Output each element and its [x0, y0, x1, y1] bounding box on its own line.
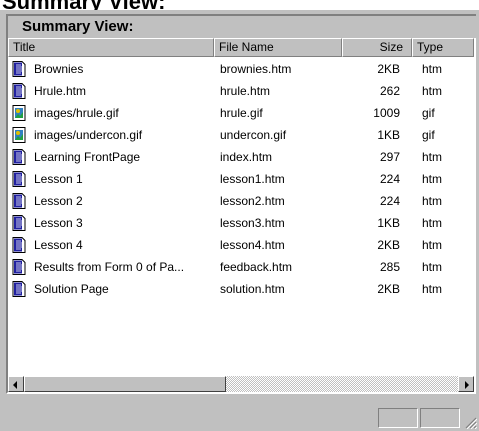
list-item-size: 224	[379, 172, 400, 186]
image-file-icon	[12, 127, 26, 143]
html-page-icon	[12, 83, 26, 99]
list-item[interactable]: Lesson 1 lesson1.htm 224 htm	[8, 169, 474, 189]
list-item-type: gif	[422, 106, 435, 120]
list-item-title: Learning FrontPage	[34, 150, 141, 164]
column-header-size[interactable]: Size	[342, 38, 412, 57]
html-page-icon	[12, 61, 26, 77]
list-item[interactable]: Solution Page solution.htm 2KB htm	[8, 279, 474, 299]
list-item-type: htm	[422, 238, 443, 252]
list-item-file-name: feedback.htm	[220, 260, 293, 274]
list-item-type: htm	[422, 150, 443, 164]
list-item-type: htm	[422, 216, 443, 230]
status-panel-2	[420, 408, 460, 428]
list-item-size: 224	[379, 194, 400, 208]
list-item-title: images/undercon.gif	[34, 128, 143, 142]
list-item[interactable]: Lesson 4 lesson4.htm 2KB htm	[8, 235, 474, 255]
scroll-left-button[interactable]	[8, 376, 24, 392]
resize-grip-icon[interactable]	[465, 417, 477, 429]
list-item[interactable]: Brownies brownies.htm 2KB htm	[8, 59, 474, 79]
scroll-right-button[interactable]	[458, 376, 474, 392]
summary-view-window: Summary View: Summary View: Title File N…	[0, 0, 479, 431]
list-item[interactable]: Lesson 3 lesson3.htm 1KB htm	[8, 213, 474, 233]
list-item-title: Lesson 4	[34, 238, 83, 252]
list-item-title: Solution Page	[34, 282, 109, 296]
list-item[interactable]: Hrule.htm hrule.htm 262 htm	[8, 81, 474, 101]
horizontal-scrollbar[interactable]	[8, 376, 474, 392]
html-page-icon	[12, 259, 26, 275]
html-page-icon	[12, 281, 26, 297]
list-item-file-name: brownies.htm	[220, 62, 292, 76]
image-file-icon	[12, 105, 26, 121]
list-item-file-name: hrule.gif	[220, 106, 263, 120]
list-item-title: images/hrule.gif	[34, 106, 119, 120]
panel-title: Summary View:	[6, 14, 476, 38]
html-page-icon	[12, 149, 26, 165]
list-item-title: Lesson 1	[34, 172, 83, 186]
list-item-file-name: undercon.gif	[220, 128, 287, 142]
list-item-type: htm	[422, 260, 443, 274]
list-item-file-name: hrule.htm	[220, 84, 271, 98]
list-item-file-name: lesson4.htm	[220, 238, 285, 252]
html-page-icon	[12, 215, 26, 231]
list-item[interactable]: Results from Form 0 of Pa... feedback.htm…	[8, 257, 474, 277]
list-item-size: 2KB	[377, 282, 400, 296]
list-item-file-name: lesson3.htm	[220, 216, 285, 230]
list-item-type: htm	[422, 172, 443, 186]
status-panel-1	[378, 408, 418, 428]
column-header: Title File Name Size Type	[8, 38, 474, 57]
list-item-title: Lesson 3	[34, 216, 83, 230]
list-item-file-name: lesson1.htm	[220, 172, 285, 186]
scroll-left-arrow-icon	[13, 381, 17, 389]
list-item-file-name: index.htm	[220, 150, 273, 164]
list-item-size: 2KB	[377, 238, 400, 252]
list-item-type: htm	[422, 194, 443, 208]
list-item-size: 1KB	[377, 216, 400, 230]
column-header-file-name[interactable]: File Name	[214, 38, 342, 57]
list-item-title: Lesson 2	[34, 194, 83, 208]
list-item-file-name: lesson2.htm	[220, 194, 285, 208]
column-header-title[interactable]: Title	[8, 38, 214, 57]
list-item-title: Brownies	[34, 62, 84, 76]
list-item-size: 2KB	[377, 62, 400, 76]
scroll-track[interactable]	[226, 376, 458, 392]
list-item-type: htm	[422, 84, 443, 98]
status-bar	[0, 400, 479, 431]
html-page-icon	[12, 193, 26, 209]
list-item-title: Hrule.htm	[34, 84, 87, 98]
scroll-thumb[interactable]	[24, 376, 226, 392]
list-item[interactable]: Learning FrontPage index.htm 297 htm	[8, 147, 474, 167]
column-header-type[interactable]: Type	[412, 38, 474, 57]
list-item-size: 262	[379, 84, 400, 98]
list-item-type: htm	[422, 282, 443, 296]
list-item-size: 1KB	[377, 128, 400, 142]
list-item[interactable]: images/undercon.gif undercon.gif 1KB gif	[8, 125, 474, 145]
list-item-title: Results from Form 0 of Pa...	[34, 260, 185, 274]
list-item-type: htm	[422, 62, 443, 76]
list-item-size: 297	[379, 150, 400, 164]
list-item-size: 285	[379, 260, 400, 274]
html-page-icon	[12, 171, 26, 187]
cropped-heading-text: Summary View:	[2, 0, 165, 10]
list-item-type: gif	[422, 128, 435, 142]
list-item[interactable]: images/hrule.gif hrule.gif 1009 gif	[8, 103, 474, 123]
list-item-file-name: solution.htm	[220, 282, 285, 296]
cropped-heading: Summary View:	[0, 0, 479, 10]
html-page-icon	[12, 237, 26, 253]
scroll-right-arrow-icon	[465, 381, 469, 389]
list-item[interactable]: Lesson 2 lesson2.htm 224 htm	[8, 191, 474, 211]
list-item-size: 1009	[373, 106, 400, 120]
